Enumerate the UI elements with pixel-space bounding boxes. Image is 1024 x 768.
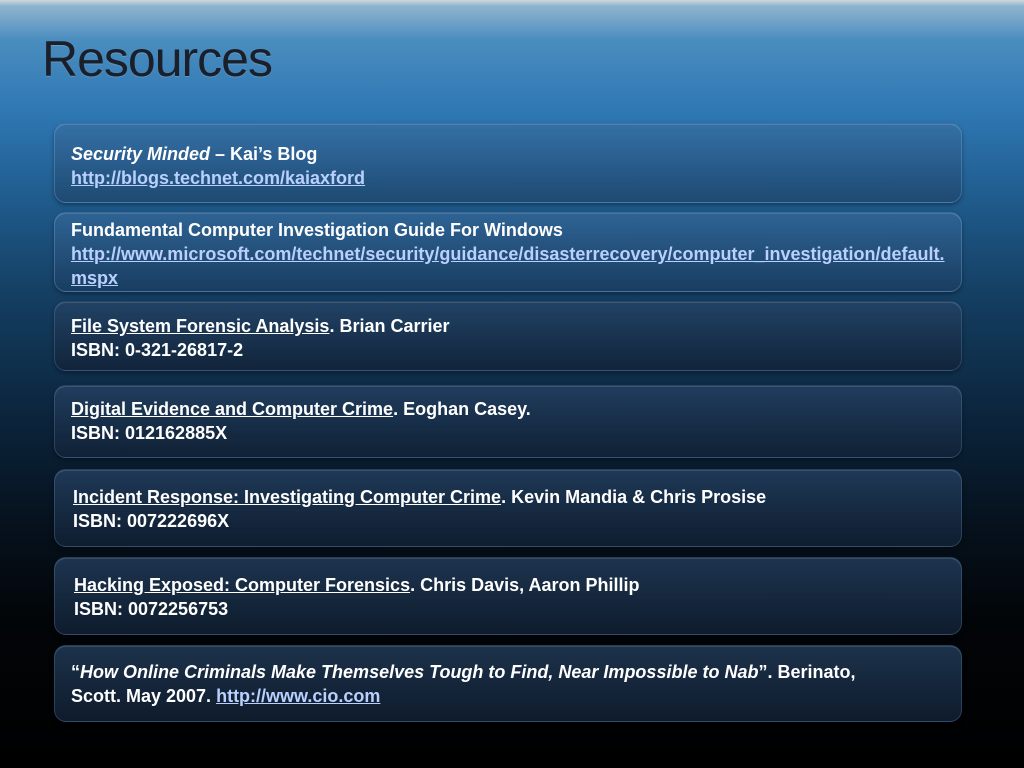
article-open-quote: “	[71, 662, 80, 682]
book-isbn-2: ISBN: 012162885X	[71, 423, 228, 443]
blog-title-italic: Security Minded	[71, 144, 211, 164]
article-citation: ”. Berinato,	[758, 662, 856, 682]
book-title-2[interactable]: Digital Evidence and Computer Crime	[71, 399, 393, 419]
resource-book-1: File System Forensic Analysis. Brian Car…	[54, 301, 962, 371]
resource-book-3: Incident Response: Investigating Compute…	[54, 469, 962, 547]
book-title-1[interactable]: File System Forensic Analysis	[71, 316, 329, 336]
article-title: How Online Criminals Make Themselves Tou…	[80, 662, 759, 682]
page-title: Resources	[42, 31, 273, 87]
blog-link[interactable]: http://blogs.technet.com/kaiaxford	[71, 168, 365, 188]
article-citation-continued: Scott. May 2007.	[71, 686, 217, 706]
book-isbn-4: ISBN: 0072256753	[74, 599, 229, 619]
resource-article: “How Online Criminals Make Themselves To…	[54, 645, 962, 722]
resource-book-4: Hacking Exposed: Computer Forensics. Chr…	[54, 557, 962, 635]
book-isbn-1: ISBN: 0-321-26817-2	[71, 340, 244, 360]
article-link[interactable]: http://www.cio.com	[216, 686, 380, 706]
book-title-3[interactable]: Incident Response: Investigating Compute…	[73, 487, 501, 507]
guide-link[interactable]: http://www.microsoft.com/technet/securit…	[71, 242, 945, 290]
book-author-4: . Chris Davis, Aaron Phillip	[410, 575, 640, 595]
book-author-2: . Eoghan Casey.	[393, 399, 531, 419]
resource-guide: Fundamental Computer Investigation Guide…	[54, 212, 962, 292]
blog-title-rest: – Kai’s Blog	[210, 144, 318, 164]
article-line-1: “How Online Criminals Make Themselves To…	[71, 660, 945, 684]
resource-book-2: Digital Evidence and Computer Crime. Eog…	[54, 385, 962, 458]
book-isbn-3: ISBN: 007222696X	[73, 511, 230, 531]
book-author-1: . Brian Carrier	[329, 316, 450, 336]
guide-title: Fundamental Computer Investigation Guide…	[71, 220, 563, 240]
book-title-4[interactable]: Hacking Exposed: Computer Forensics	[74, 575, 410, 595]
book-author-3: . Kevin Mandia & Chris Prosise	[501, 487, 767, 507]
blog-title: Security Minded – Kai’s Blog	[71, 142, 945, 166]
resource-blog: Security Minded – Kai’s Blog http://blog…	[54, 123, 962, 203]
